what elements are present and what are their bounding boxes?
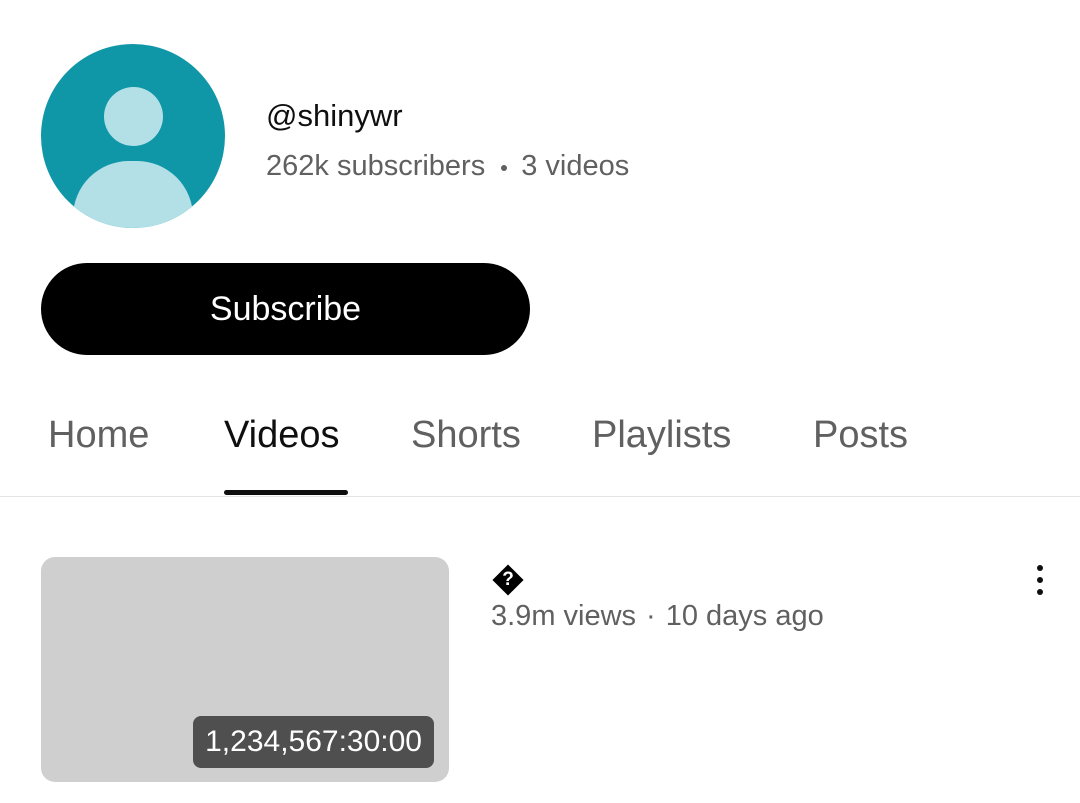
channel-tabs: Home Videos Shorts Playlists Posts (0, 400, 1080, 497)
subscribe-button[interactable]: Subscribe (41, 263, 530, 355)
video-views: 3.9m views (491, 600, 637, 632)
video-meta-separator: · (646, 600, 656, 632)
channel-handle: @shinywr (266, 98, 403, 133)
avatar-body-shape (73, 161, 193, 228)
menu-dot (1037, 565, 1043, 571)
video-age: 10 days ago (665, 600, 824, 632)
subscriber-count: 262k subscribers (266, 150, 486, 182)
tab-home[interactable]: Home (48, 414, 149, 457)
menu-dot (1037, 577, 1043, 583)
video-thumbnail[interactable]: 1,234,567:30:00 (41, 557, 449, 782)
channel-meta: 262k subscribers 3 videos (266, 150, 629, 183)
tab-posts[interactable]: Posts (813, 414, 908, 457)
video-title[interactable]: ? (491, 563, 525, 597)
avatar-head-shape (104, 87, 163, 146)
channel-avatar (41, 44, 225, 228)
video-meta: 3.9m views · 10 days ago (491, 600, 824, 633)
active-tab-indicator (224, 490, 348, 495)
video-title-text: ? (502, 569, 514, 590)
tab-videos[interactable]: Videos (224, 414, 340, 457)
meta-separator-dot (501, 164, 508, 171)
tab-playlists[interactable]: Playlists (592, 414, 731, 457)
more-vert-icon[interactable] (1020, 559, 1060, 601)
tab-shorts[interactable]: Shorts (411, 414, 521, 457)
menu-dot (1037, 589, 1043, 595)
video-count: 3 videos (521, 150, 630, 182)
video-duration-badge: 1,234,567:30:00 (193, 716, 434, 768)
